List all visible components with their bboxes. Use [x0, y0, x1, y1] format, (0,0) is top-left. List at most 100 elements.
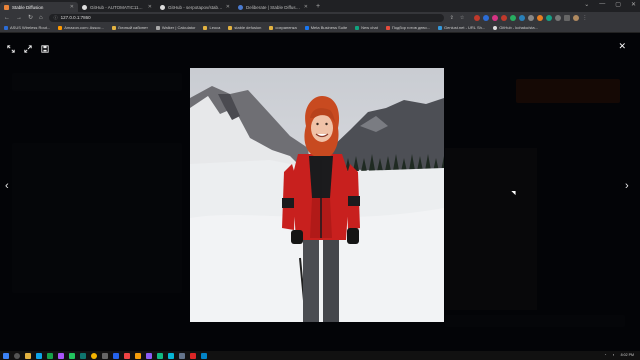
bookmark-item[interactable]: Подбор готов дево...: [385, 25, 430, 30]
bookmark-item[interactable]: GitHub - kohaku/sta...: [493, 25, 538, 30]
next-image-arrow-icon[interactable]: ›: [625, 180, 629, 192]
github-icon: [82, 4, 87, 10]
github-icon: [160, 4, 165, 10]
app-icon[interactable]: [124, 352, 130, 359]
github-icon: [493, 25, 498, 30]
app-icon[interactable]: [113, 352, 119, 359]
lightbox-image: [190, 68, 444, 322]
folder-icon: [203, 25, 208, 30]
browser-toolbar: ← → ↻ ⌂ ⓘ 127.0.0.1:7860 ⇪ ☆ ⋮: [0, 12, 640, 23]
extension-icon[interactable]: [546, 14, 553, 21]
os-taskbar: ◔ ◖ 8:02 PM: [0, 351, 640, 360]
maximize-icon[interactable]: ▢: [615, 1, 621, 8]
chrome-icon[interactable]: [91, 352, 97, 359]
bookmark-item[interactable]: Walker | Calculator: [155, 25, 195, 30]
tab-github-serpotapov[interactable]: GitHub - serpotapov/stable-diff... ✕: [156, 2, 234, 12]
extension-icon[interactable]: [519, 14, 526, 21]
deliberate-icon: [238, 4, 243, 10]
lightbox-toolbar: [7, 45, 49, 53]
tab-deliberate[interactable]: Deliberate | Stable Diffusion Che... ✕: [234, 2, 312, 12]
extensions-area: ⋮: [474, 14, 587, 21]
close-tab-icon[interactable]: ✕: [70, 4, 74, 10]
app-icon[interactable]: [135, 352, 141, 359]
menu-dots-icon[interactable]: ⋮: [582, 15, 587, 21]
close-tab-icon[interactable]: ✕: [148, 4, 152, 10]
profile-avatar[interactable]: [573, 14, 580, 21]
bookmark-item[interactable]: Amazon.com: Assoc...: [58, 25, 104, 30]
tab-label: Deliberate | Stable Diffusion Che...: [246, 4, 301, 10]
bookmark-item[interactable]: Личный кабинет: [111, 25, 148, 30]
bookmark-item[interactable]: New chat: [355, 25, 378, 30]
bookmark-icon: [155, 25, 160, 30]
forward-icon[interactable]: →: [16, 15, 22, 21]
new-tab-button[interactable]: +: [316, 3, 320, 10]
app-icon[interactable]: [168, 352, 174, 359]
search-icon[interactable]: [14, 352, 20, 359]
system-tray: ◔ ◖ 8:02 PM: [604, 353, 634, 357]
fullscreen-icon[interactable]: [7, 45, 15, 53]
folder-icon: [269, 25, 274, 30]
close-lightbox-icon[interactable]: ✕: [618, 41, 626, 52]
app-icon[interactable]: [69, 352, 75, 359]
app-icon[interactable]: [179, 352, 185, 359]
bookmark-item[interactable]: stable defusion: [228, 25, 261, 30]
extension-icon[interactable]: [537, 14, 544, 21]
bookmark-item[interactable]: Meta Business Suite: [304, 25, 347, 30]
previous-image-arrow-icon[interactable]: ‹: [5, 180, 9, 192]
extension-icon[interactable]: [483, 14, 490, 21]
bookmarks-bar: ASUS Wireless Rout... Amazon.com: Assoc.…: [0, 23, 640, 33]
sidebar-icon[interactable]: [564, 14, 571, 21]
close-tab-icon[interactable]: ✕: [226, 4, 230, 10]
folder-icon: [228, 25, 233, 30]
extension-icon[interactable]: [501, 14, 508, 21]
share-icon[interactable]: ⇪: [450, 15, 454, 21]
app-icon[interactable]: [201, 352, 207, 359]
app-icon[interactable]: [146, 352, 152, 359]
app-icon[interactable]: [80, 352, 86, 359]
close-tab-icon[interactable]: ✕: [304, 4, 308, 10]
home-icon[interactable]: ⌂: [39, 15, 43, 21]
reload-icon[interactable]: ↻: [28, 14, 33, 21]
bookmark-item[interactable]: ASUS Wireless Rout...: [4, 25, 50, 30]
save-icon[interactable]: [41, 45, 49, 53]
windows-start-icon[interactable]: [3, 352, 9, 359]
app-icon[interactable]: [157, 352, 163, 359]
tab-label: GitHub - serpotapov/stable-diff...: [168, 4, 223, 10]
folder-icon: [111, 25, 116, 30]
extension-icon[interactable]: [528, 14, 535, 21]
bookmark-item[interactable]: Geniust.net - URL Sh...: [438, 25, 485, 30]
app-icon[interactable]: [102, 352, 108, 359]
sd-icon: [4, 4, 9, 10]
file-explorer-icon[interactable]: [25, 352, 31, 359]
info-icon[interactable]: ⓘ: [54, 15, 58, 21]
close-window-icon[interactable]: ✕: [631, 1, 636, 8]
zoom-icon[interactable]: [24, 45, 32, 53]
bookmark-item[interactable]: сохраненка: [269, 25, 297, 30]
minimize-icon[interactable]: —: [599, 1, 605, 8]
bookmark-icon: [4, 25, 8, 30]
extension-icon[interactable]: [474, 14, 481, 21]
puzzle-icon[interactable]: [555, 14, 562, 21]
tab-github-automatic[interactable]: GitHub - AUTOMATIC1111/stabl... ✕: [78, 2, 156, 12]
browser-tab-bar: Stable Diffusion ✕ GitHub - AUTOMATIC111…: [0, 0, 640, 12]
chevron-down-icon[interactable]: ⌄: [584, 1, 589, 8]
page-content: ✕ ‹ ›: [0, 33, 640, 351]
app-icon[interactable]: [58, 352, 64, 359]
bookmark-star-icon[interactable]: ☆: [460, 15, 464, 21]
app-icon[interactable]: [190, 352, 196, 359]
back-icon[interactable]: ←: [4, 15, 10, 21]
volume-icon[interactable]: ◖: [612, 353, 614, 357]
app-icon[interactable]: [47, 352, 53, 359]
amazon-icon: [58, 25, 63, 30]
extension-icon[interactable]: [510, 14, 517, 21]
chatgpt-icon: [355, 25, 360, 30]
tab-stable-diffusion[interactable]: Stable Diffusion ✕: [0, 2, 78, 12]
wifi-icon[interactable]: ◔: [604, 353, 606, 357]
address-bar[interactable]: ⓘ 127.0.0.1:7860: [48, 13, 444, 22]
extension-icon[interactable]: [492, 14, 499, 21]
generated-image: [190, 68, 444, 322]
bookmark-icon: [438, 25, 443, 30]
clock[interactable]: 8:02 PM: [621, 353, 634, 357]
app-icon[interactable]: [36, 352, 42, 359]
bookmark-item[interactable]: Leoca: [203, 25, 220, 30]
